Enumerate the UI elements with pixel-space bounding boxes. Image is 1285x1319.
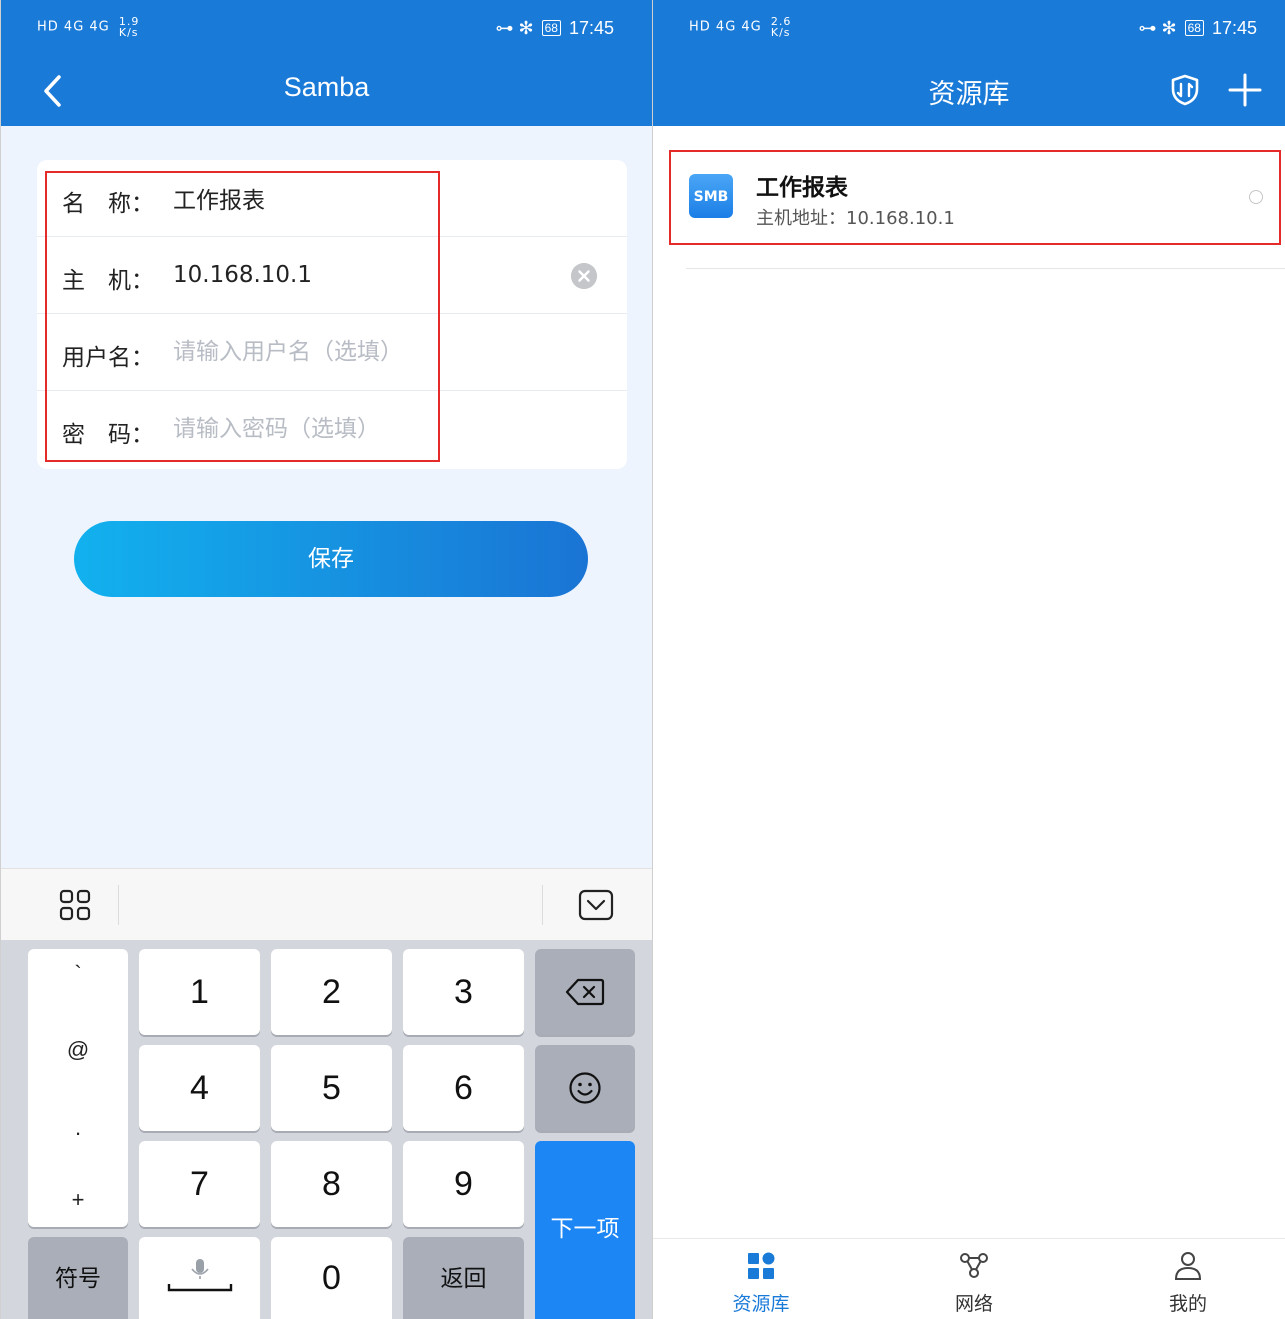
password-row: 密 码： bbox=[37, 391, 627, 468]
key-9[interactable]: 9 bbox=[403, 1141, 524, 1227]
network-speed: 2.6 K/s bbox=[771, 16, 792, 38]
library-icon bbox=[748, 1252, 775, 1279]
symbol-column: ` @ . + bbox=[28, 949, 128, 1227]
signal-text: HD 4G 4G bbox=[689, 19, 762, 35]
password-input[interactable] bbox=[173, 409, 553, 449]
hide-keyboard-icon[interactable] bbox=[578, 888, 614, 922]
key-3[interactable]: 3 bbox=[403, 949, 524, 1035]
host-row: 主 机： bbox=[37, 237, 627, 314]
key-backspace[interactable] bbox=[535, 949, 635, 1035]
key-icon: ⊶ bbox=[1138, 18, 1157, 38]
key-emoji[interactable] bbox=[535, 1045, 635, 1131]
grid-menu-icon[interactable] bbox=[59, 889, 91, 921]
nav-library[interactable]: 资源库 bbox=[701, 1239, 821, 1319]
keyboard-toolbar bbox=[1, 868, 652, 940]
password-label: 密 码： bbox=[62, 422, 154, 448]
key-at[interactable]: @ bbox=[28, 1037, 128, 1063]
nav-mine[interactable]: 我的 bbox=[1128, 1239, 1248, 1319]
microphone-icon bbox=[167, 1259, 232, 1292]
resource-host: 主机地址：10.168.10.1 bbox=[756, 208, 955, 229]
transfer-icon[interactable] bbox=[1169, 74, 1201, 106]
key-dot[interactable]: . bbox=[28, 1115, 128, 1141]
key-space[interactable] bbox=[139, 1237, 260, 1319]
app-bar: Samba bbox=[1, 56, 652, 126]
signal-text: HD 4G 4G bbox=[37, 19, 110, 35]
username-input[interactable] bbox=[173, 332, 553, 372]
key-7[interactable]: 7 bbox=[139, 1141, 260, 1227]
toolbar-divider bbox=[118, 885, 119, 925]
nav-network-label: 网络 bbox=[954, 1293, 993, 1315]
nav-network[interactable]: 网络 bbox=[914, 1239, 1034, 1319]
status-right: ⊶ ✻ 68 17:45 bbox=[1138, 18, 1257, 39]
bottom-nav: 资源库 网络 我的 bbox=[653, 1238, 1285, 1319]
status-signal: HD 4G 4G 1.9 K/s bbox=[37, 16, 139, 38]
network-speed-unit: K/s bbox=[118, 26, 139, 39]
battery-icon: 68 bbox=[541, 20, 561, 36]
status-time: 17:45 bbox=[568, 18, 614, 38]
smb-folder-icon: SMB bbox=[689, 174, 733, 218]
key-4[interactable]: 4 bbox=[139, 1045, 260, 1131]
status-signal: HD 4G 4G 2.6 K/s bbox=[689, 16, 791, 38]
bluetooth-icon: ✻ bbox=[1161, 18, 1177, 38]
numeric-keyboard: ` @ . + 1 2 3 4 5 6 7 8 9 下一项 符号 0 返回 bbox=[1, 940, 652, 1319]
status-bar: HD 4G 4G 2.6 K/s ⊶ ✻ 68 17:45 bbox=[653, 0, 1285, 56]
symbol-key[interactable]: 符号 bbox=[28, 1237, 128, 1319]
key-1[interactable]: 1 bbox=[139, 949, 260, 1035]
samba-form: 名 称： 主 机： 用户名： 密 码： bbox=[37, 160, 627, 469]
key-0[interactable]: 0 bbox=[271, 1237, 392, 1319]
backspace-icon bbox=[565, 978, 605, 1006]
nav-library-label: 资源库 bbox=[732, 1293, 790, 1315]
key-6[interactable]: 6 bbox=[403, 1045, 524, 1131]
username-label: 用户名： bbox=[62, 345, 154, 371]
name-label: 名 称： bbox=[62, 191, 154, 217]
status-bar: HD 4G 4G 1.9 K/s ⊶ ✻ 68 17:45 bbox=[1, 0, 652, 56]
host-input[interactable] bbox=[173, 255, 553, 295]
name-row: 名 称： bbox=[37, 160, 627, 237]
resource-name: 工作报表 bbox=[756, 175, 848, 201]
app-bar: 资源库 bbox=[653, 56, 1285, 126]
key-5[interactable]: 5 bbox=[271, 1045, 392, 1131]
profile-icon bbox=[1174, 1252, 1202, 1280]
battery-icon: 68 bbox=[1184, 20, 1204, 36]
page-title: Samba bbox=[283, 72, 370, 102]
resource-list-item[interactable]: SMB 工作报表 主机地址：10.168.10.1 bbox=[669, 150, 1281, 245]
key-8[interactable]: 8 bbox=[271, 1141, 392, 1227]
username-row: 用户名： bbox=[37, 314, 627, 391]
list-divider bbox=[686, 268, 1285, 269]
key-plus[interactable]: + bbox=[28, 1187, 128, 1213]
status-time: 17:45 bbox=[1211, 18, 1257, 38]
host-label: 主 机： bbox=[62, 268, 154, 294]
key-icon: ⊶ bbox=[495, 18, 514, 38]
save-button[interactable]: 保存 bbox=[74, 521, 588, 597]
name-input[interactable] bbox=[173, 178, 553, 218]
samba-form-screen: HD 4G 4G 1.9 K/s ⊶ ✻ 68 17:45 Samba 名 称： … bbox=[0, 0, 652, 1319]
status-right: ⊶ ✻ 68 17:45 bbox=[495, 18, 614, 39]
toolbar-divider bbox=[542, 885, 543, 925]
nav-mine-label: 我的 bbox=[1168, 1293, 1207, 1315]
key-backtick[interactable]: ` bbox=[28, 961, 128, 987]
resource-library-screen: HD 4G 4G 2.6 K/s ⊶ ✻ 68 17:45 资源库 SMB 工作报… bbox=[652, 0, 1285, 1319]
key-2[interactable]: 2 bbox=[271, 949, 392, 1035]
network-speed-unit: K/s bbox=[770, 26, 791, 39]
add-icon[interactable] bbox=[1227, 72, 1263, 108]
clear-input-icon[interactable] bbox=[571, 263, 597, 289]
emoji-icon bbox=[569, 1072, 601, 1104]
select-radio[interactable] bbox=[1249, 190, 1263, 204]
next-button[interactable]: 下一项 bbox=[535, 1141, 635, 1319]
return-key[interactable]: 返回 bbox=[403, 1237, 524, 1319]
network-speed: 1.9 K/s bbox=[119, 16, 140, 38]
bluetooth-icon: ✻ bbox=[518, 18, 534, 38]
network-icon bbox=[960, 1253, 988, 1278]
